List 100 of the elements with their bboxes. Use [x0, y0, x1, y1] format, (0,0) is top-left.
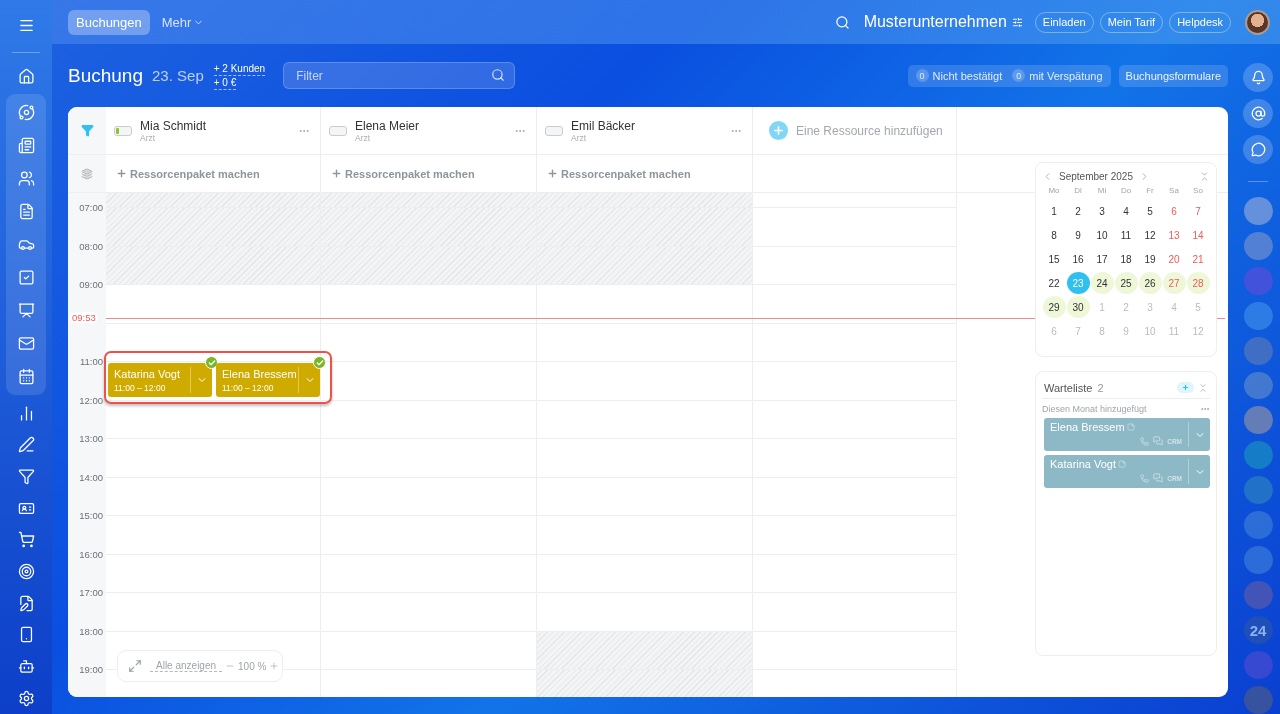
calendar-day[interactable]: 6	[1042, 320, 1066, 342]
calendar-day[interactable]: 8	[1090, 320, 1114, 342]
layers-icon[interactable]	[81, 167, 93, 180]
phone-icon[interactable]	[1140, 473, 1150, 483]
calendar-day[interactable]: 4	[1114, 200, 1138, 222]
calendar-day[interactable]: 25	[1114, 272, 1138, 294]
calendar-day[interactable]: 6	[1162, 200, 1186, 222]
contact-avatar[interactable]	[1243, 266, 1273, 295]
contact-avatar[interactable]	[1243, 686, 1273, 714]
contact-avatar[interactable]	[1243, 301, 1273, 330]
calendar-day[interactable]: 5	[1138, 200, 1162, 222]
calendar-day[interactable]: 5	[1186, 296, 1210, 318]
orbit-icon[interactable]	[17, 104, 35, 122]
calendar-day[interactable]: 18	[1114, 248, 1138, 270]
contact-avatar[interactable]	[1243, 651, 1273, 680]
collapse-button[interactable]	[1198, 382, 1208, 393]
calendar-day[interactable]: 15	[1042, 248, 1066, 270]
sliders-icon[interactable]	[1011, 16, 1023, 28]
newspaper-icon[interactable]	[17, 137, 35, 155]
presentation-icon[interactable]	[17, 302, 35, 320]
calendar-day[interactable]: 3	[1138, 296, 1162, 318]
add-button[interactable]	[1177, 382, 1194, 393]
calendar-day[interactable]: 7	[1066, 320, 1090, 342]
chat-icon[interactable]	[1243, 134, 1273, 164]
stat-link[interactable]: + 2 Kunden	[213, 61, 266, 76]
package-button[interactable]: Ressorcenpaket machen	[116, 167, 260, 180]
collapse-button[interactable]	[1199, 170, 1210, 182]
funnel-icon[interactable]	[17, 467, 35, 485]
calendar-day[interactable]: 7	[1186, 200, 1210, 222]
calendar-day[interactable]: 10	[1090, 224, 1114, 246]
calendar-day[interactable]: 12	[1138, 224, 1162, 246]
stat-link[interactable]: + 0 €	[213, 75, 237, 90]
resource-name[interactable]: Elena Meier	[355, 118, 506, 133]
pen-icon[interactable]	[17, 436, 35, 454]
calendar-day[interactable]: 16	[1066, 248, 1090, 270]
contact-avatar[interactable]	[1243, 231, 1273, 260]
calendar-day[interactable]: 8	[1042, 224, 1066, 246]
checkbox-icon[interactable]	[17, 269, 35, 287]
calendar-day[interactable]: 9	[1066, 224, 1090, 246]
calendar-day[interactable]: 2	[1114, 296, 1138, 318]
package-button[interactable]: Ressorcenpaket machen	[331, 167, 475, 180]
calendar-day[interactable]: 29	[1042, 296, 1066, 318]
calendar-day[interactable]: 13	[1162, 224, 1186, 246]
calendar-day[interactable]: 11	[1114, 224, 1138, 246]
phone-icon[interactable]	[1140, 436, 1150, 446]
package-button[interactable]: Ressorcenpaket machen	[547, 167, 691, 180]
contact-avatar[interactable]	[1243, 581, 1273, 610]
at-sign-icon[interactable]	[1243, 98, 1273, 128]
forms-button[interactable]: Buchungsformulare	[1118, 64, 1228, 87]
users-icon[interactable]	[17, 170, 35, 188]
status-counter[interactable]: 0 Nicht bestätigt	[915, 69, 1003, 82]
calendar-day[interactable]: 19	[1138, 248, 1162, 270]
contact-avatar[interactable]	[1243, 546, 1273, 575]
target-icon[interactable]	[17, 563, 35, 580]
contact-avatar[interactable]	[1243, 476, 1273, 505]
cart-icon[interactable]	[17, 531, 35, 549]
contact-avatar[interactable]	[1243, 196, 1273, 225]
calendar-day[interactable]: 14	[1186, 224, 1210, 246]
user-avatar[interactable]	[1245, 9, 1270, 35]
calendar-day[interactable]: 28	[1186, 272, 1210, 294]
nav-tab[interactable]: Mehr	[153, 9, 213, 35]
resource-name[interactable]: Emil Bäcker	[571, 118, 722, 133]
calendar-day[interactable]: 24	[1090, 272, 1114, 294]
home-icon[interactable]	[17, 67, 35, 85]
booking-card[interactable]: Katarina Vogt 11:00 – 12:00	[108, 363, 212, 397]
calendar-day[interactable]: 9	[1114, 320, 1138, 342]
calendar-day[interactable]: 11	[1162, 320, 1186, 342]
calendar-icon[interactable]	[17, 368, 35, 386]
calendar-day[interactable]: 2	[1066, 200, 1090, 222]
show-all-link[interactable]: Alle anzeigen	[150, 660, 223, 672]
calendar-day[interactable]: 10	[1138, 320, 1162, 342]
mail-icon[interactable]	[17, 335, 35, 353]
document-icon[interactable]	[17, 203, 35, 221]
contact-avatar[interactable]	[1243, 371, 1273, 400]
contact-avatar[interactable]	[1243, 406, 1273, 435]
add-resource-button[interactable]: Eine Ressource hinzufügen	[761, 121, 943, 140]
calendar-day[interactable]: 4	[1162, 296, 1186, 318]
calendar-day[interactable]: 27	[1162, 272, 1186, 294]
resource-name[interactable]: Mia Schmidt	[140, 118, 290, 133]
calendar-day[interactable]: 1	[1090, 296, 1114, 318]
nav-tab[interactable]: Buchungen	[68, 9, 150, 35]
bell-icon[interactable]	[1243, 63, 1273, 92]
calendar-day[interactable]: 22	[1042, 272, 1066, 294]
app-badge[interactable]: 24	[1243, 616, 1273, 645]
search-icon[interactable]	[834, 14, 850, 30]
booking-card[interactable]: Elena Bressem 11:00 – 12:00	[216, 363, 320, 397]
file-edit-icon[interactable]	[17, 594, 35, 612]
calendar-day[interactable]: 3	[1090, 200, 1114, 222]
calendar-day[interactable]: 1	[1042, 200, 1066, 222]
status-counter[interactable]: 0 mit Verspätung	[1012, 69, 1103, 82]
company-name[interactable]: Musterunternehmen	[863, 13, 1007, 31]
calendar-day[interactable]: 26	[1138, 272, 1162, 294]
settings-icon[interactable]	[17, 689, 35, 707]
contact-avatar[interactable]	[1243, 511, 1273, 540]
calendar-day[interactable]: 30	[1066, 296, 1090, 318]
contact-avatar[interactable]	[1243, 336, 1273, 365]
robot-icon[interactable]	[17, 658, 35, 675]
calendar-day[interactable]: 20	[1162, 248, 1186, 270]
search-icon[interactable]	[491, 68, 506, 82]
calendar-day[interactable]: 12	[1186, 320, 1210, 342]
